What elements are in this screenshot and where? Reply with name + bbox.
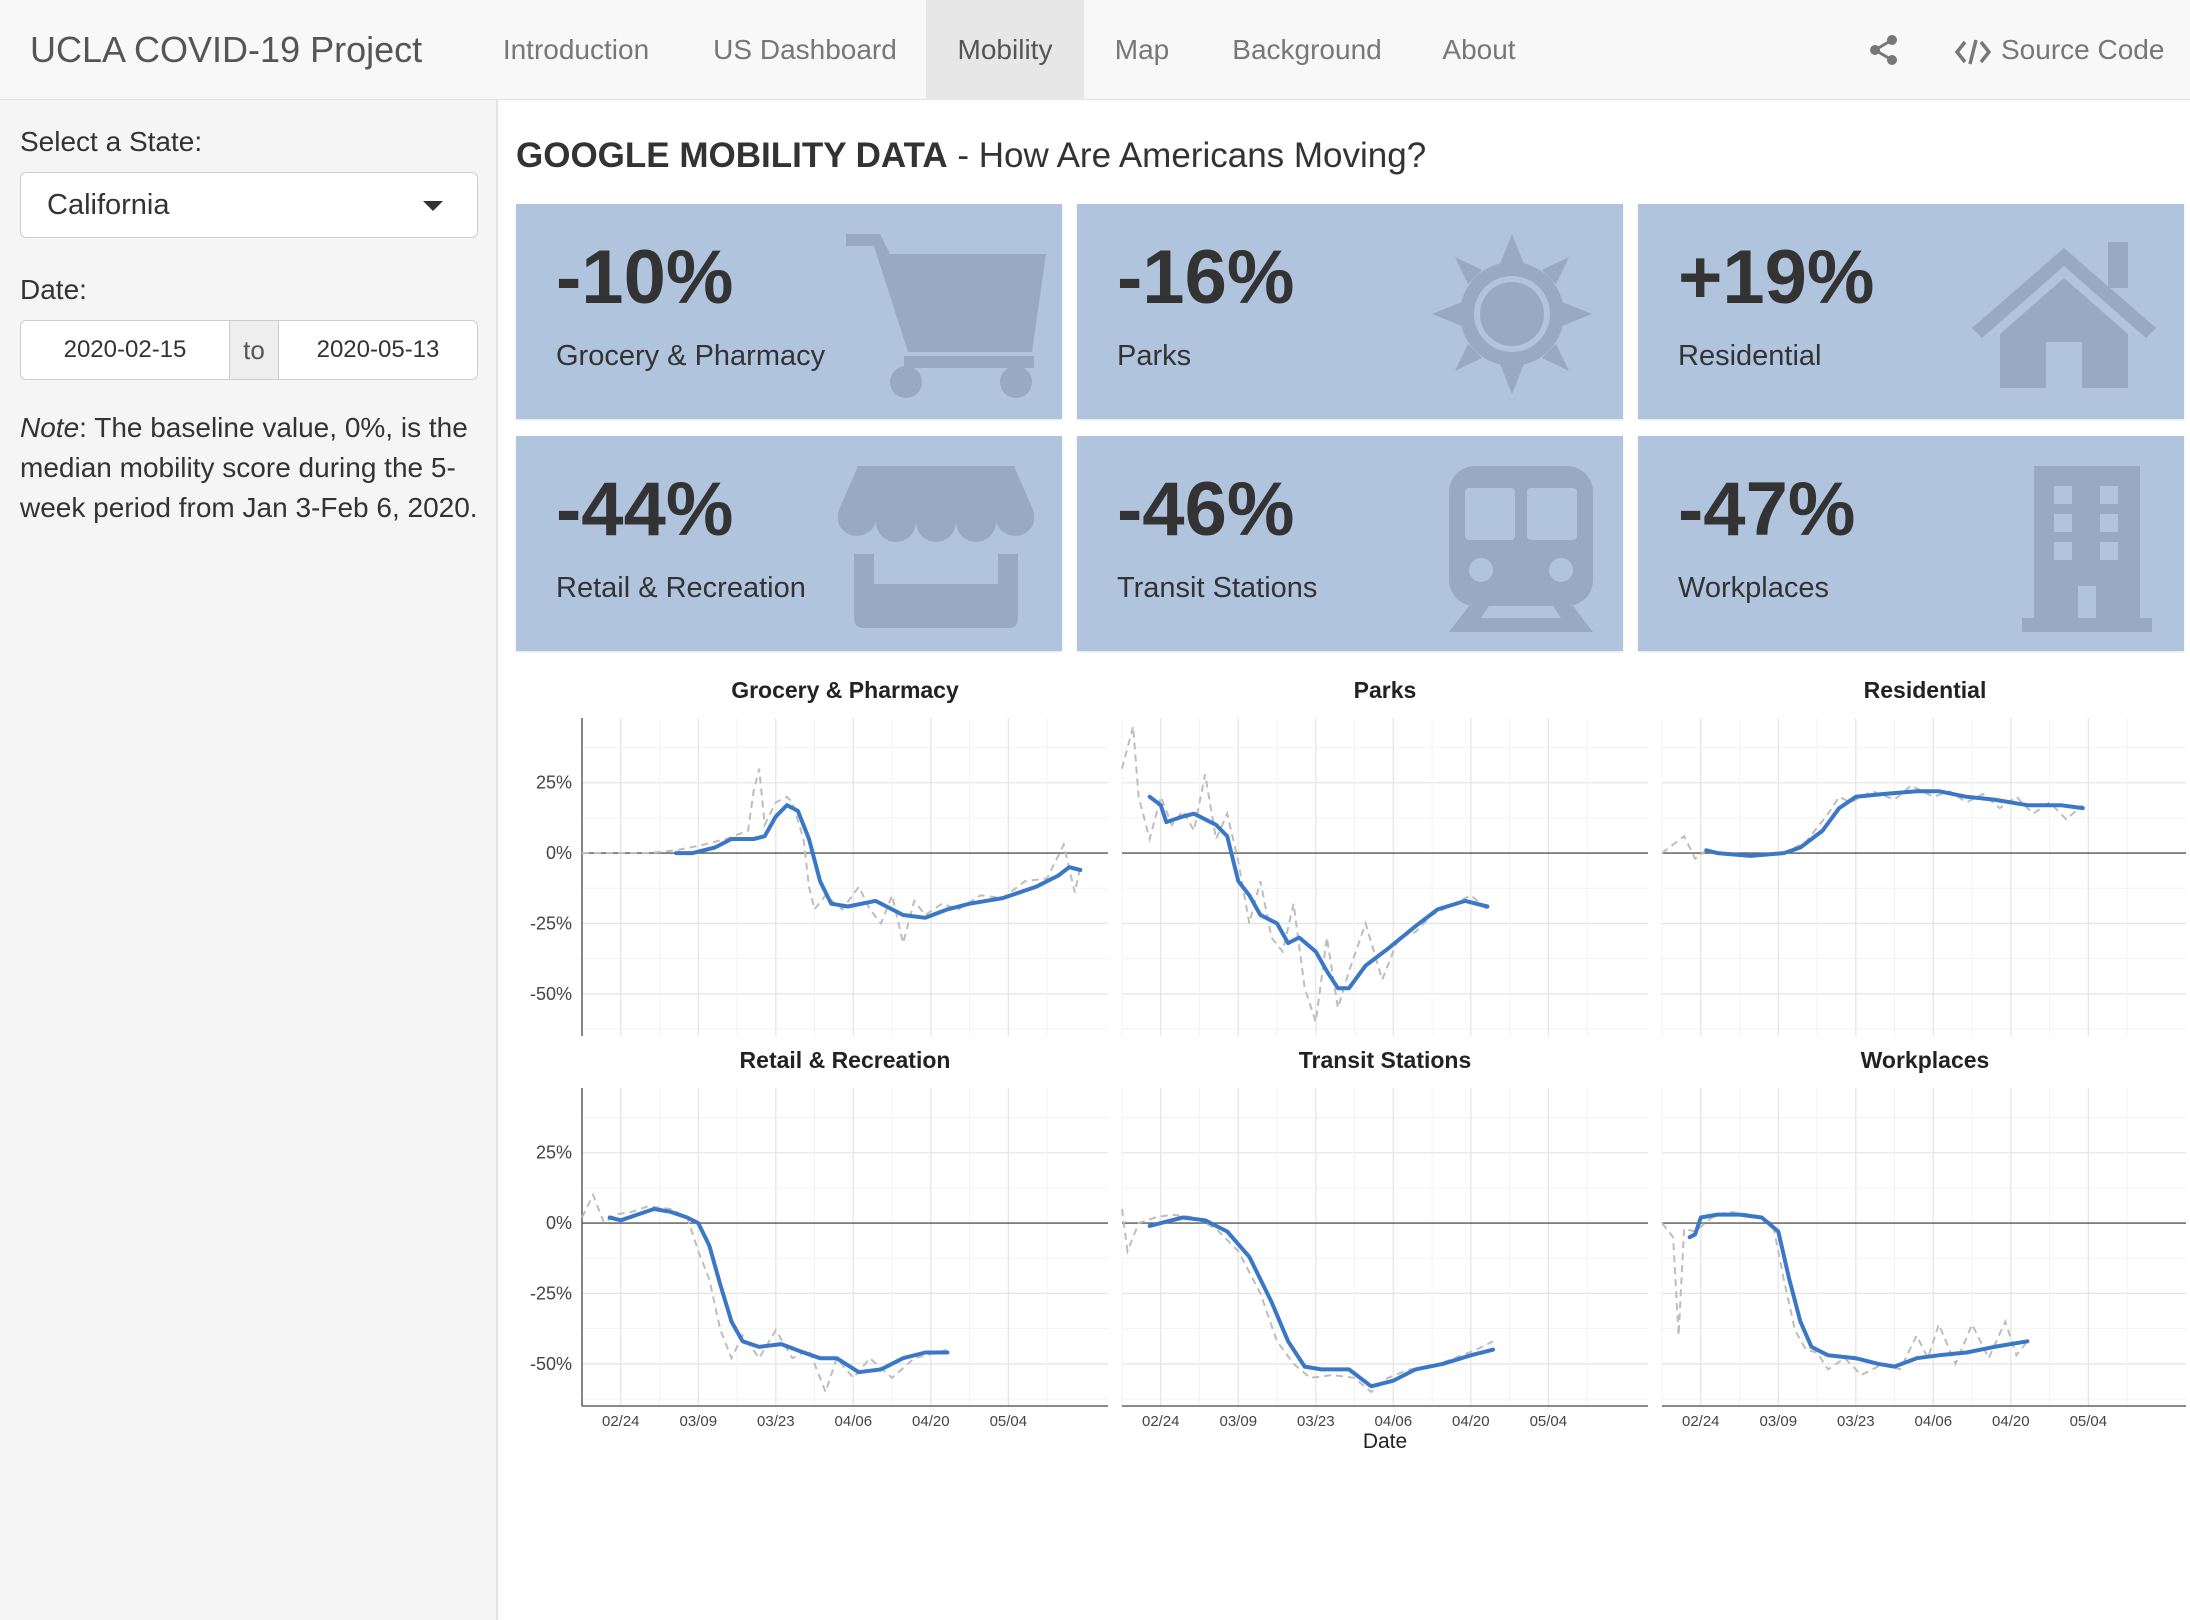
card-value: +19% bbox=[1678, 235, 1875, 320]
state-select-value: California bbox=[47, 189, 170, 221]
raw-series-line bbox=[582, 768, 1082, 944]
panel-title: Transit Stations bbox=[1299, 1047, 1472, 1073]
panel-title: Workplaces bbox=[1861, 1047, 1990, 1073]
note-prefix: Note bbox=[20, 412, 80, 443]
card-label: Grocery & Pharmacy bbox=[556, 340, 826, 372]
date-range-input: 2020-02-15 to 2020-05-13 bbox=[20, 320, 478, 380]
state-select[interactable]: California bbox=[20, 172, 478, 238]
train-icon bbox=[1449, 466, 1593, 632]
raw-series-line bbox=[1121, 726, 1489, 1023]
x-tick-label: 02/24 bbox=[602, 1413, 640, 1430]
date-end-input[interactable]: 2020-05-13 bbox=[278, 320, 478, 380]
brand-title[interactable]: UCLA COVID-19 Project bbox=[30, 0, 422, 100]
card-label: Residential bbox=[1678, 340, 1822, 372]
x-tick-label: 04/06 bbox=[1375, 1413, 1413, 1430]
y-tick-label: -25% bbox=[530, 1283, 572, 1303]
x-tick-label: 04/20 bbox=[1992, 1413, 2030, 1430]
sidebar-panel: Select a State: California Date: 2020-02… bbox=[0, 100, 498, 1620]
source-code-link[interactable]: Source Code bbox=[1954, 0, 2165, 100]
y-tick-label: 25% bbox=[536, 1143, 572, 1163]
card-value: -47% bbox=[1678, 467, 1856, 552]
panel-title: Parks bbox=[1354, 677, 1417, 703]
x-tick-label: 03/23 bbox=[1837, 1413, 1875, 1430]
x-tick-label: 02/24 bbox=[1682, 1413, 1720, 1430]
panel-title: Retail & Recreation bbox=[740, 1047, 951, 1073]
smoothed-series-line bbox=[607, 1207, 950, 1375]
panel-title: Grocery & Pharmacy bbox=[731, 677, 959, 703]
share-icon[interactable] bbox=[1868, 34, 1900, 66]
baseline-note: Note: The baseline value, 0%, is the med… bbox=[20, 408, 480, 528]
mobility-small-multiples-chart: 25% 0% -25% -50% Grocery & Pharmacy Parks Resi… bbox=[530, 677, 2186, 1453]
x-tick-label: 05/04 bbox=[990, 1413, 1028, 1430]
y-tick-label: 25% bbox=[536, 773, 572, 793]
card-transit-stations: -46% Transit Stations bbox=[1077, 436, 1623, 651]
sun-icon bbox=[1432, 234, 1592, 394]
card-grocery-pharmacy: -10% Grocery & Pharmacy bbox=[516, 204, 1062, 419]
mobility-charts: 25% 0% -25% -50% Grocery & Pharmacy Parks Resi… bbox=[516, 668, 2186, 1468]
card-retail-recreation: -44% Retail & Recreation bbox=[516, 436, 1062, 651]
page-title-rest: - How Are Americans Moving? bbox=[947, 136, 1427, 175]
card-label: Transit Stations bbox=[1117, 572, 1318, 604]
smoothed-series-line bbox=[1147, 1215, 1495, 1389]
code-icon bbox=[1954, 39, 1992, 65]
date-start-input[interactable]: 2020-02-15 bbox=[20, 320, 230, 380]
y-tick-label: -50% bbox=[530, 1354, 572, 1374]
page-title-bold: GOOGLE MOBILITY DATA bbox=[516, 136, 948, 175]
x-tick-label: 04/06 bbox=[835, 1413, 873, 1430]
cart-icon bbox=[846, 234, 1046, 398]
date-range-separator: to bbox=[230, 320, 278, 380]
card-value: -10% bbox=[556, 235, 734, 320]
nav-background[interactable]: Background bbox=[1210, 0, 1404, 100]
card-value: -44% bbox=[556, 467, 734, 552]
nav-mobility[interactable]: Mobility bbox=[926, 0, 1084, 100]
x-tick-label: 02/24 bbox=[1142, 1413, 1180, 1430]
x-tick-label: 03/23 bbox=[1297, 1413, 1335, 1430]
card-workplaces: -47% Workplaces bbox=[1638, 436, 2184, 651]
x-axis-title: Date bbox=[1363, 1430, 1407, 1453]
smoothed-series-line bbox=[1147, 794, 1490, 991]
y-tick-label: -50% bbox=[530, 984, 572, 1004]
x-tick-label: 03/09 bbox=[680, 1413, 718, 1430]
state-label: Select a State: bbox=[20, 126, 203, 157]
nav-map[interactable]: Map bbox=[1090, 0, 1194, 100]
nav-us-dashboard[interactable]: US Dashboard bbox=[690, 0, 920, 100]
card-value: -46% bbox=[1117, 467, 1295, 552]
panel-title: Residential bbox=[1864, 677, 1987, 703]
nav-about[interactable]: About bbox=[1424, 0, 1534, 100]
y-tick-label: 0% bbox=[546, 843, 572, 863]
card-label: Retail & Recreation bbox=[556, 572, 806, 604]
store-icon bbox=[838, 466, 1034, 628]
x-tick-label: 04/20 bbox=[912, 1413, 950, 1430]
card-label: Parks bbox=[1117, 340, 1192, 372]
x-tick-label: 05/04 bbox=[1530, 1413, 1568, 1430]
card-value: -16% bbox=[1117, 235, 1295, 320]
home-icon bbox=[1972, 242, 2156, 388]
y-tick-label: 0% bbox=[546, 1213, 572, 1233]
page-title: GOOGLE MOBILITY DATA - How Are Americans… bbox=[516, 136, 1426, 176]
chevron-down-icon bbox=[423, 201, 443, 211]
x-tick-label: 04/20 bbox=[1452, 1413, 1490, 1430]
x-tick-label: 03/23 bbox=[757, 1413, 795, 1430]
card-parks: -16% Parks bbox=[1077, 204, 1623, 419]
x-tick-label: 03/09 bbox=[1760, 1413, 1798, 1430]
x-tick-label: 03/09 bbox=[1220, 1413, 1258, 1430]
date-label: Date: bbox=[20, 274, 87, 305]
top-navbar: UCLA COVID-19 Project Introduction US Da… bbox=[0, 0, 2190, 100]
y-tick-label: -25% bbox=[530, 913, 572, 933]
note-text: : The baseline value, 0%, is the median … bbox=[20, 412, 478, 523]
building-icon bbox=[2022, 466, 2152, 632]
card-label: Workplaces bbox=[1678, 572, 1829, 604]
nav-introduction[interactable]: Introduction bbox=[486, 0, 666, 100]
x-tick-label: 05/04 bbox=[2070, 1413, 2108, 1430]
x-tick-label: 04/06 bbox=[1915, 1413, 1953, 1430]
source-code-label: Source Code bbox=[2001, 34, 2165, 65]
smoothed-series-line bbox=[1687, 1212, 2030, 1369]
card-residential: +19% Residential bbox=[1638, 204, 2184, 419]
